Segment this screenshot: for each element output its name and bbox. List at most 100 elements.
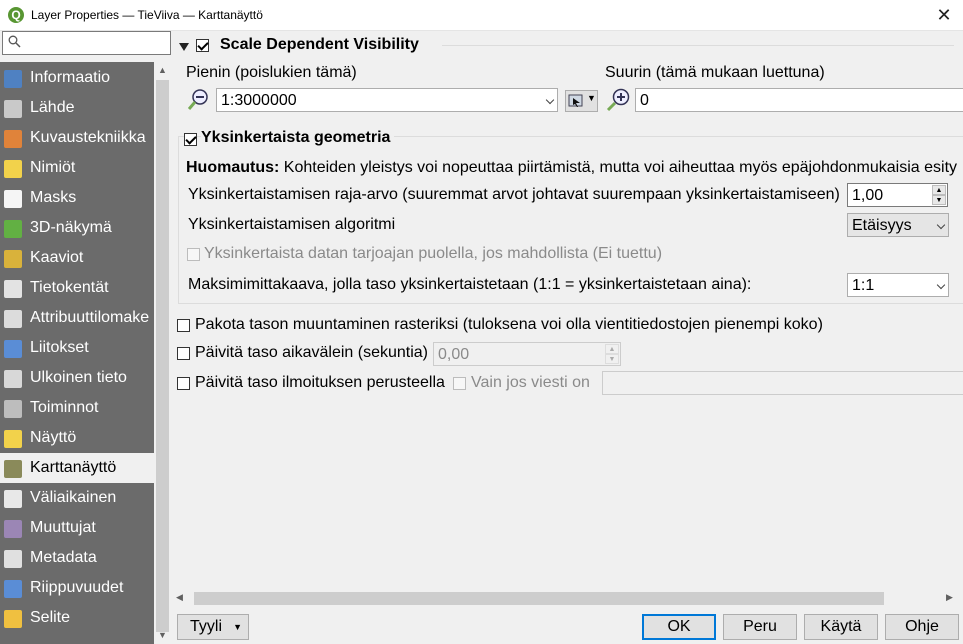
rendering-brush-icon	[4, 460, 22, 478]
sidebar-item-label: Lähde	[30, 99, 75, 116]
sidebar-item[interactable]: Ulkoinen tieto	[0, 363, 154, 393]
sidebar-item-label: Näyttö	[30, 429, 77, 446]
only-if-message-label: Vain jos viesti on	[471, 374, 590, 391]
provider-simplify-checkbox[interactable]	[187, 248, 200, 261]
refresh-interval-checkbox[interactable]	[177, 347, 190, 360]
algorithm-label: Yksinkertaistamisen algoritmi	[188, 216, 396, 233]
zoom-out-icon	[188, 89, 208, 110]
window-title: Layer Properties — TieViiva — Karttanäyt…	[31, 8, 263, 22]
sidebar-item[interactable]: Liitokset	[0, 333, 154, 363]
3d-cube-icon	[4, 220, 22, 238]
main-horizontal-scrollbar[interactable]: ◀ ▶	[172, 590, 963, 607]
scroll-left-icon[interactable]: ◀	[176, 592, 183, 603]
max-scale-combo[interactable]: 0	[635, 88, 963, 112]
max-scale-simplify-label: Maksimimittakaava, jolla taso yksinkerta…	[188, 276, 752, 293]
algorithm-combo[interactable]: Etäisyys	[847, 213, 949, 237]
style-menu-button[interactable]: Tyyli ▼	[177, 614, 249, 640]
qgis-app-icon: Q	[8, 7, 24, 23]
max-scale-simplify-combo[interactable]: 1:1	[847, 273, 949, 297]
help-button[interactable]: Ohje	[885, 614, 959, 640]
sidebar-item-label: 3D-näkymä	[30, 219, 112, 236]
info-icon	[4, 70, 22, 88]
sidebar-item[interactable]: Näyttö	[0, 423, 154, 453]
sidebar-item-label: Tietokentät	[30, 279, 109, 296]
spin-up-icon[interactable]: ▲	[605, 344, 619, 354]
sidebar-item-label: Nimiöt	[30, 159, 76, 176]
sidebar-item[interactable]: Kaaviot	[0, 243, 154, 273]
sidebar-scrollbar[interactable]: ▲ ▼	[154, 62, 171, 644]
notify-refresh-label: Päivitä taso ilmoituksen perusteella	[195, 374, 445, 391]
min-scale-label: Pienin (poislukien tämä)	[186, 64, 357, 81]
only-if-message-checkbox[interactable]	[453, 377, 466, 390]
spin-down-icon[interactable]: ▼	[932, 195, 946, 205]
algorithm-value: Etäisyys	[852, 217, 912, 234]
actions-gear-icon	[4, 400, 22, 418]
spin-buttons[interactable]: ▲ ▼	[605, 344, 619, 364]
section-divider	[442, 45, 954, 46]
sidebar-item[interactable]: Attribuuttilomake	[0, 303, 154, 333]
sidebar-item[interactable]: Metadata	[0, 543, 154, 573]
spin-down-icon[interactable]: ▼	[605, 354, 619, 364]
joins-icon	[4, 340, 22, 358]
refresh-interval-value: 0,00	[438, 346, 470, 363]
collapse-arrow-icon[interactable]	[178, 42, 190, 52]
sidebar-item-label: Toiminnot	[30, 399, 99, 416]
sidebar-item-label: Väliaikainen	[30, 489, 117, 506]
sidebar-search-input[interactable]	[2, 31, 171, 55]
cancel-button[interactable]: Peru	[723, 614, 797, 640]
force-raster-checkbox[interactable]	[177, 319, 190, 332]
max-scale-label: Suurin (tämä mukaan luettuna)	[605, 64, 825, 81]
sidebar-item[interactable]: Muuttujat	[0, 513, 154, 543]
max-scale-value: 0	[640, 92, 649, 109]
sidebar-item[interactable]: Toiminnot	[0, 393, 154, 423]
symbology-brush-icon	[4, 130, 22, 148]
refresh-interval-spinbox[interactable]: 0,00 ▲ ▼	[433, 342, 621, 366]
sidebar-item[interactable]: Karttanäyttö	[0, 453, 154, 483]
threshold-label: Yksinkertaistamisen raja-arvo (suuremmat…	[188, 186, 840, 203]
sidebar-item-label: Liitokset	[30, 339, 89, 356]
sidebar-item[interactable]: Tietokentät	[0, 273, 154, 303]
spin-up-icon[interactable]: ▲	[932, 185, 946, 195]
ok-button[interactable]: OK	[642, 614, 716, 640]
scroll-down-icon[interactable]: ▼	[154, 627, 171, 644]
notify-refresh-checkbox[interactable]	[177, 377, 190, 390]
sidebar-item[interactable]: 3D-näkymä	[0, 213, 154, 243]
close-window-button[interactable]: ✕	[929, 0, 959, 31]
sidebar-item-label: Ulkoinen tieto	[30, 369, 127, 386]
min-scale-combo[interactable]: 1:3000000	[216, 88, 558, 112]
zoom-in-icon	[606, 88, 630, 112]
horizontal-scroll-thumb[interactable]	[194, 592, 884, 605]
sidebar-item[interactable]: Väliaikainen	[0, 483, 154, 513]
sidebar: Informaatio Lähde Kuvaustekniikka Nimiöt Mas…	[0, 62, 154, 644]
form-icon	[4, 310, 22, 328]
scale-visibility-title: Scale Dependent Visibility	[220, 36, 419, 53]
search-icon	[8, 35, 21, 48]
threshold-spinbox[interactable]: 1,00 ▲ ▼	[847, 183, 948, 207]
chevron-down-icon	[936, 280, 946, 290]
scroll-up-icon[interactable]: ▲	[154, 62, 171, 79]
scale-visibility-checkbox[interactable]	[196, 39, 209, 52]
apply-button[interactable]: Käytä	[804, 614, 878, 640]
sidebar-item[interactable]: Kuvaustekniikka	[0, 123, 154, 153]
set-to-current-scale-button[interactable]: ▼	[565, 90, 598, 112]
simplify-checkbox[interactable]	[184, 133, 197, 146]
auxiliary-storage-icon	[4, 370, 22, 388]
sidebar-scroll-thumb[interactable]	[156, 80, 169, 632]
diagram-icon	[4, 250, 22, 268]
chevron-down-icon	[936, 220, 946, 230]
main-panel: Scale Dependent Visibility Pienin (poisl…	[172, 31, 963, 644]
sidebar-item[interactable]: Masks	[0, 183, 154, 213]
sidebar-item[interactable]: Riippuvuudet	[0, 573, 154, 603]
message-input[interactable]	[602, 371, 963, 395]
sidebar-item[interactable]: Lähde	[0, 93, 154, 123]
map-canvas-icon	[568, 94, 583, 107]
scroll-right-icon[interactable]: ▶	[946, 592, 953, 603]
sidebar-item[interactable]: Informaatio	[0, 63, 154, 93]
sidebar-item-label: Metadata	[30, 549, 97, 566]
spin-buttons[interactable]: ▲ ▼	[932, 185, 946, 205]
sidebar-item[interactable]: Nimiöt	[0, 153, 154, 183]
source-wrench-icon	[4, 100, 22, 118]
sidebar-item[interactable]: Selite	[0, 603, 154, 633]
sidebar-item-label: Muuttujat	[30, 519, 96, 536]
temporal-clock-icon	[4, 490, 22, 508]
